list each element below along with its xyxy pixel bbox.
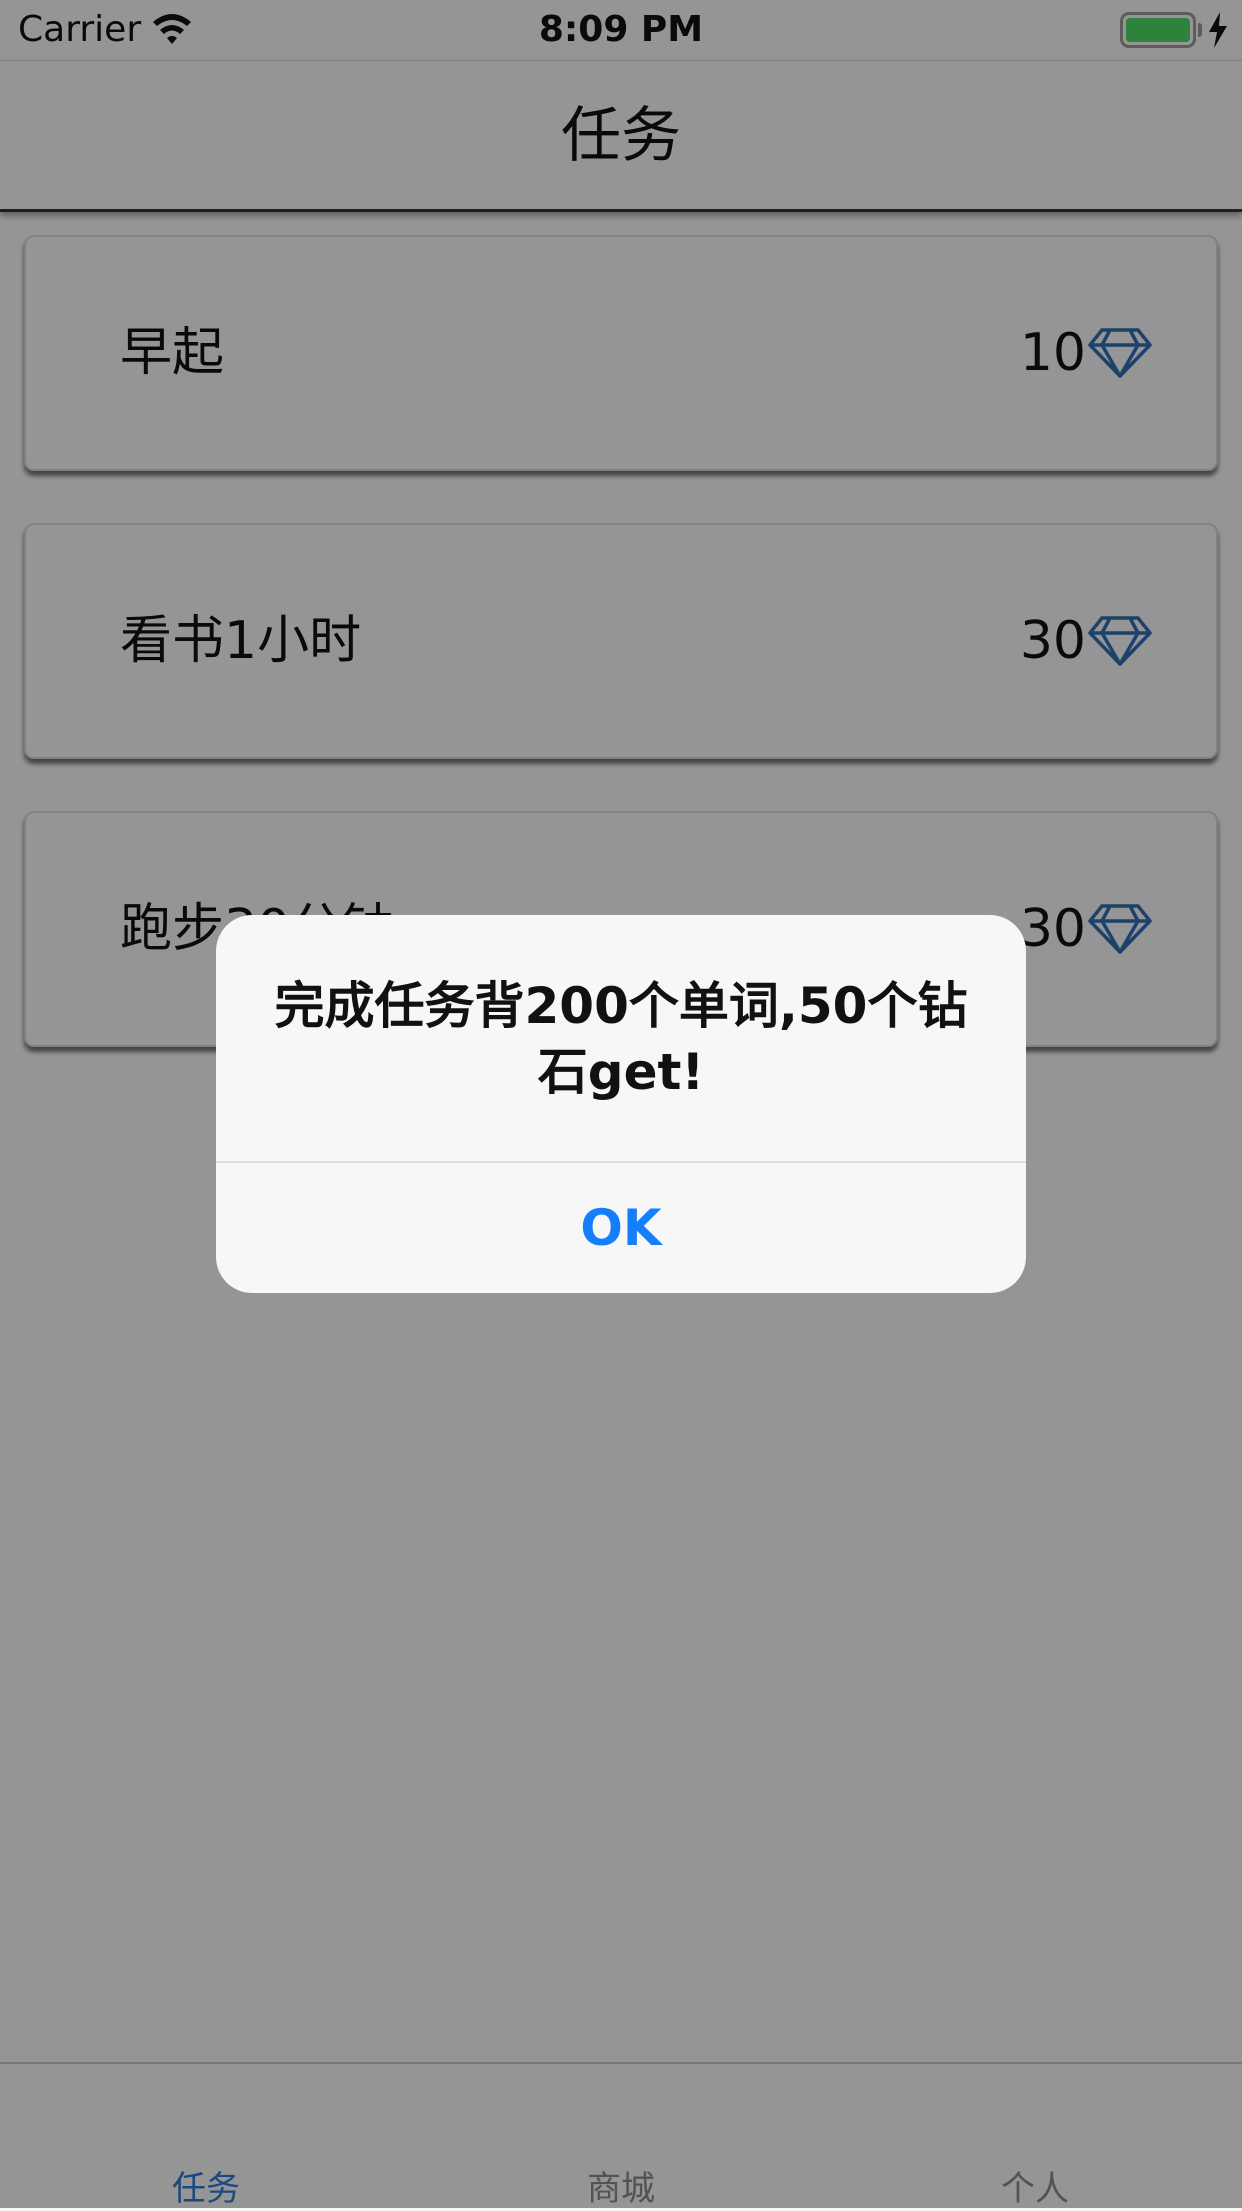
alert-message: 完成任务背200个单词,50个钻石get! — [274, 977, 968, 1101]
alert-dialog: 完成任务背200个单词,50个钻石get! OK — [216, 915, 1026, 1293]
ok-button[interactable]: OK — [216, 1163, 1026, 1293]
